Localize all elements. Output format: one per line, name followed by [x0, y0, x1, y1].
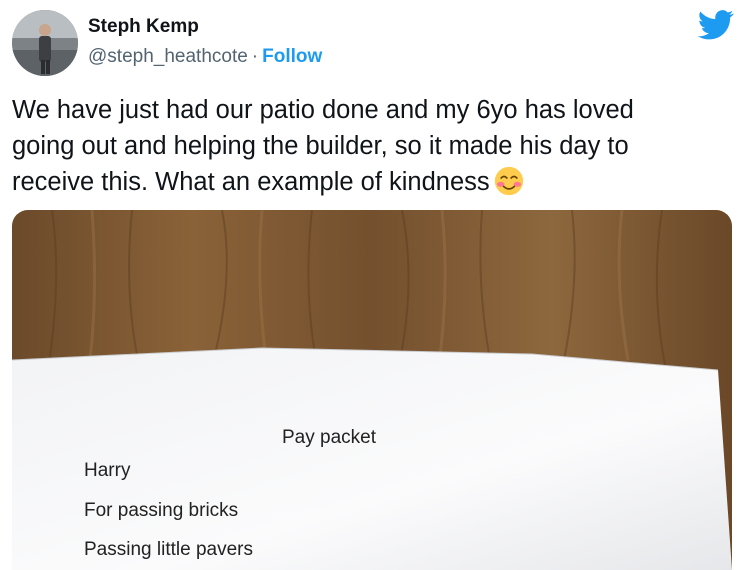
note-line: Harry	[84, 460, 131, 481]
tweet-text-line: going out and helping the builder, so it…	[12, 132, 629, 160]
follow-button[interactable]: Follow	[262, 46, 322, 67]
smiling-face-emoji-icon	[494, 166, 523, 196]
twitter-bird-icon[interactable]	[698, 10, 734, 40]
avatar-photo	[12, 10, 78, 76]
note-line: Passing little pavers	[84, 539, 253, 560]
author-name[interactable]: Steph Kemp	[88, 16, 199, 38]
tweet-photo[interactable]: Pay packet Harry For passing bricks Pass…	[12, 210, 732, 570]
avatar[interactable]	[12, 10, 78, 76]
tweet-text-line: receive this. What an example of kindnes…	[12, 164, 732, 200]
tweet-text-line: We have just had our patio done and my 6…	[12, 96, 634, 124]
author-handle[interactable]: @steph_heathcote	[88, 46, 248, 67]
separator-dot: ·	[251, 46, 259, 67]
author-handle-row: @steph_heathcote · Follow	[88, 46, 322, 68]
note-line: For passing bricks	[84, 500, 239, 521]
tweet-text: We have just had our patio done and my 6…	[12, 92, 732, 200]
note-title: Pay packet	[282, 427, 376, 448]
